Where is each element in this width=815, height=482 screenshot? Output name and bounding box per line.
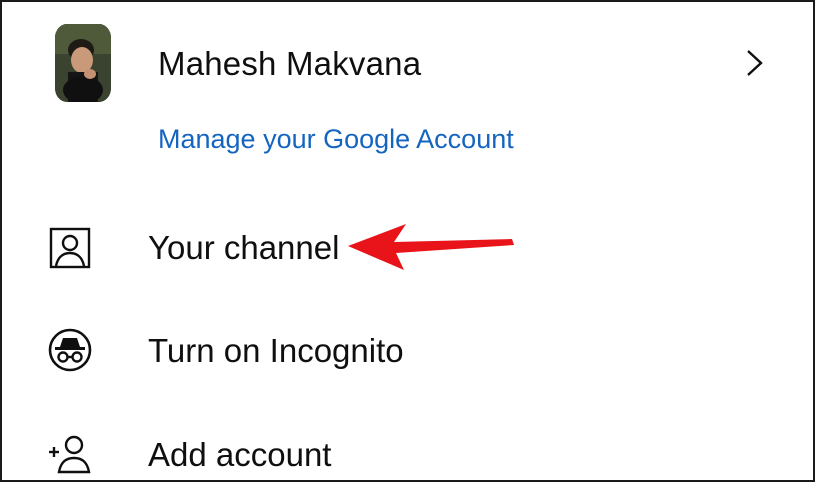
- account-header[interactable]: Mahesh Makvana Manage your Google Accoun…: [2, 2, 813, 154]
- avatar[interactable]: [55, 24, 111, 102]
- avatar-photo: [55, 24, 111, 102]
- menu-item-label: Your channel: [148, 229, 340, 266]
- account-menu-panel: Mahesh Makvana Manage your Google Accoun…: [0, 0, 815, 482]
- menu-item-label: Turn on Incognito: [148, 332, 404, 369]
- menu-item-label: Add account: [148, 436, 332, 473]
- manage-account-link[interactable]: Manage your Google Account: [158, 122, 514, 156]
- add-person-icon: [49, 435, 91, 474]
- annotation-arrow: [348, 224, 514, 270]
- account-name: Mahesh Makvana: [158, 45, 422, 82]
- menu-item-add-account[interactable]: Add account: [2, 410, 813, 480]
- chevron-right-icon[interactable]: [742, 46, 766, 80]
- menu-item-incognito[interactable]: Turn on Incognito: [2, 306, 813, 396]
- incognito-icon: [48, 328, 92, 372]
- person-box-icon: [49, 227, 91, 269]
